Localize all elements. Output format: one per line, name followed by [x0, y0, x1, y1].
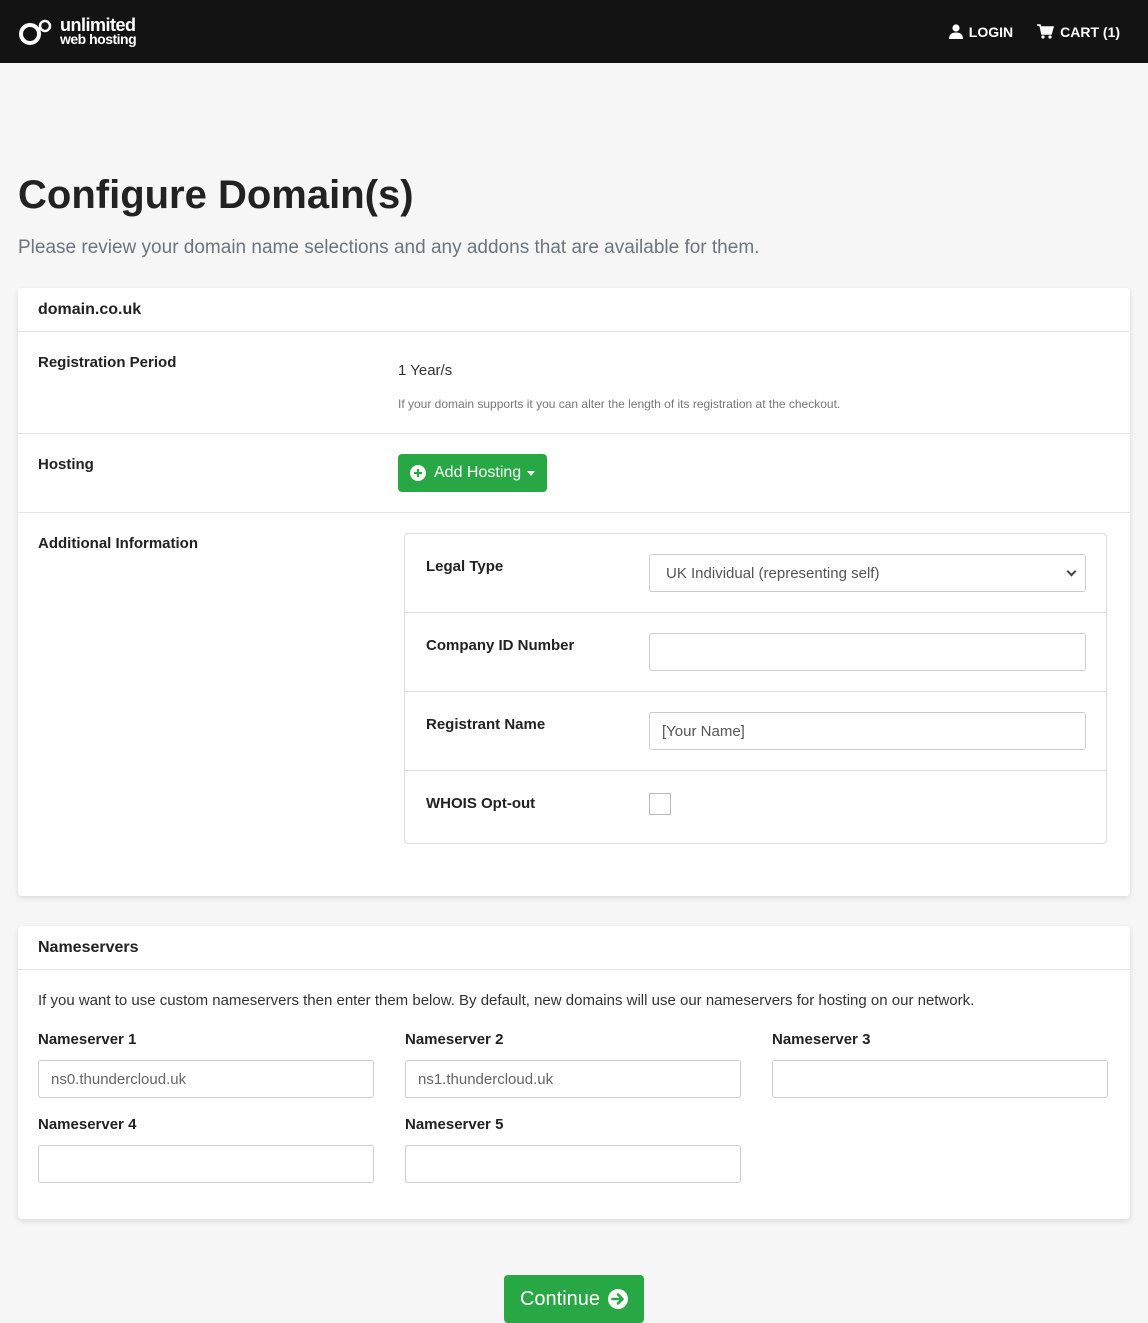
- nameserver-label: Nameserver 3: [772, 1031, 871, 1048]
- additional-info-form: Legal Type UK Individual (representing s…: [404, 533, 1107, 844]
- registration-period-row: Registration Period 1 Year/s If your dom…: [18, 332, 1130, 434]
- cart-link[interactable]: CART (1): [1037, 24, 1120, 40]
- nameserver-3-input[interactable]: [772, 1060, 1108, 1098]
- cart-icon: [1037, 24, 1055, 39]
- hosting-label: Hosting: [38, 456, 94, 473]
- whois-optout-checkbox[interactable]: [649, 793, 671, 815]
- continue-button[interactable]: Continue: [503, 1275, 645, 1323]
- whois-optout-label: WHOIS Opt-out: [426, 795, 536, 812]
- legal-type-select[interactable]: UK Individual (representing self): [649, 554, 1086, 592]
- nameserver-2-input[interactable]: ns1.thundercloud.uk: [405, 1060, 741, 1098]
- page-title: Configure Domain(s): [18, 173, 414, 217]
- brand-logo[interactable]: unlimited web hosting: [18, 14, 137, 47]
- login-label: LOGIN: [968, 23, 1014, 40]
- caret-down-icon: [527, 470, 536, 476]
- nameserver-field-2: Nameserver 2 ns1.thundercloud.uk: [405, 1031, 741, 1098]
- nameserver-label: Nameserver 5: [405, 1116, 504, 1133]
- legal-type-value: UK Individual (representing self): [666, 564, 880, 582]
- nameserver-4-input[interactable]: [38, 1145, 374, 1183]
- user-icon: [948, 24, 963, 39]
- infinity-logo-icon: [19, 19, 52, 45]
- company-id-label: Company ID Number: [426, 637, 575, 654]
- cart-label: CART (1): [1060, 23, 1120, 40]
- login-link[interactable]: LOGIN: [948, 23, 1014, 40]
- chevron-down-icon: [1066, 566, 1077, 576]
- nameserver-1-input[interactable]: ns0.thundercloud.uk: [38, 1060, 374, 1098]
- add-hosting-label: Add Hosting: [434, 464, 522, 481]
- nameserver-5-input[interactable]: [405, 1145, 741, 1183]
- nameserver-field-1: Nameserver 1 ns0.thundercloud.uk: [38, 1031, 374, 1098]
- nameserver-field-4: Nameserver 4: [38, 1116, 374, 1183]
- nameserver-field-5: Nameserver 5: [405, 1116, 741, 1183]
- legal-type-label: Legal Type: [426, 558, 504, 575]
- hosting-row: Hosting Add Hosting: [18, 434, 1130, 513]
- nameserver-label: Nameserver 2: [405, 1031, 504, 1048]
- continue-label: Continue: [519, 1287, 601, 1310]
- top-navbar: unlimited web hosting LOGIN CART (1): [0, 0, 1148, 63]
- nameserver-label: Nameserver 4: [38, 1116, 137, 1133]
- nameserver-label: Nameserver 1: [38, 1031, 137, 1048]
- registration-period-label: Registration Period: [38, 354, 177, 371]
- registrant-name-input[interactable]: [Your Name]: [649, 712, 1086, 750]
- registration-period-value: 1 Year/s: [398, 362, 453, 379]
- nameserver-field-3: Nameserver 3: [772, 1031, 1108, 1098]
- additional-info-row: Additional Information Legal Type UK Ind…: [18, 513, 1130, 896]
- nameservers-header: Nameservers: [18, 926, 1130, 970]
- page-subtitle: Please review your domain name selection…: [18, 237, 760, 258]
- plus-circle-icon: [410, 465, 426, 481]
- add-hosting-button[interactable]: Add Hosting: [398, 454, 548, 492]
- company-id-input[interactable]: [649, 633, 1086, 671]
- domain-name-header: domain.co.uk: [18, 288, 1130, 332]
- brand-line1: unlimited: [60, 14, 136, 35]
- nameservers-card: Nameservers If you want to use custom na…: [18, 926, 1130, 1219]
- brand-line2: web hosting: [60, 30, 137, 47]
- domain-card: domain.co.uk Registration Period 1 Year/…: [18, 288, 1130, 896]
- registrant-name-label: Registrant Name: [426, 716, 546, 733]
- additional-info-label: Additional Information: [38, 535, 198, 552]
- arrow-circle-right-icon: [608, 1289, 629, 1309]
- registration-period-help: If your domain supports it you can alter…: [398, 397, 841, 411]
- nameservers-intro: If you want to use custom nameservers th…: [38, 992, 975, 1009]
